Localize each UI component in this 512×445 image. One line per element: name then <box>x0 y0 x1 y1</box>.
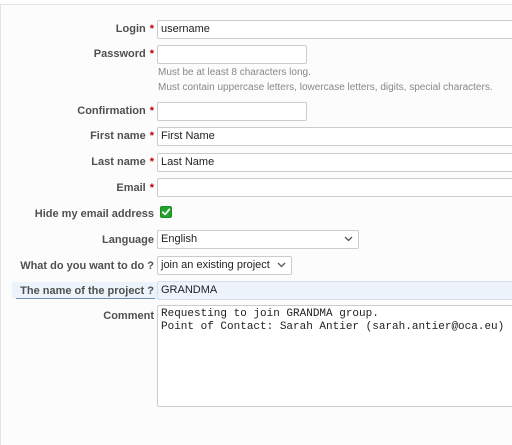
language-label: Language <box>102 234 154 246</box>
language-select-value: English <box>161 233 198 245</box>
last-name-label: Last name * <box>91 156 154 168</box>
project-name-label: The name of the project ? <box>20 285 154 297</box>
hide-email-checkbox[interactable] <box>160 206 172 218</box>
required-marker: * <box>149 23 154 35</box>
email-label: Email * <box>116 182 154 194</box>
chevron-down-icon <box>277 262 286 268</box>
required-marker: * <box>149 105 154 117</box>
password-hint-complexity: Must contain uppercase letters, lowercas… <box>158 82 493 93</box>
action-label: What do you want to do ? <box>20 260 154 272</box>
email-input[interactable] <box>157 178 512 197</box>
comment-label: Comment <box>103 310 154 322</box>
project-label-underline <box>16 298 155 299</box>
login-label: Login * <box>115 23 154 35</box>
project-name-input[interactable]: GRANDMA <box>157 281 512 300</box>
password-label: Password * <box>93 48 154 60</box>
password-input[interactable] <box>157 45 307 64</box>
action-select[interactable]: join an existing project <box>157 256 292 275</box>
required-marker: * <box>149 48 154 60</box>
last-name-input[interactable]: Last Name <box>157 153 512 172</box>
required-marker: * <box>149 130 154 142</box>
language-select[interactable]: English <box>157 230 359 249</box>
confirmation-input[interactable] <box>157 102 307 121</box>
chevron-down-icon <box>344 236 353 242</box>
first-name-label: First name * <box>90 130 154 142</box>
required-marker: * <box>149 182 154 194</box>
comment-textarea[interactable]: Requesting to join GRANDMA group. Point … <box>157 305 512 407</box>
required-marker: * <box>149 156 154 168</box>
login-input[interactable]: username <box>157 20 512 39</box>
first-name-input[interactable]: First Name <box>157 127 512 146</box>
password-hint-length: Must be at least 8 characters long. <box>158 67 311 78</box>
checkmark-icon <box>161 208 171 216</box>
hide-email-label: Hide my email address <box>34 208 154 220</box>
action-select-value: join an existing project <box>161 259 270 271</box>
confirmation-label: Confirmation * <box>77 105 154 117</box>
